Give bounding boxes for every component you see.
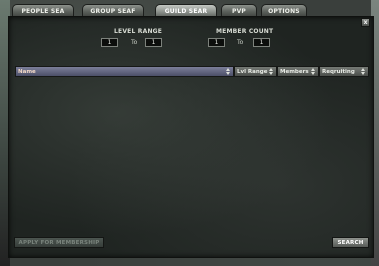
column-header-members-label: Members: [280, 68, 309, 75]
column-header-name[interactable]: Name: [15, 66, 234, 77]
search-button[interactable]: SEARCH: [332, 237, 369, 248]
member-count-label: MEMBER COUNT: [216, 28, 274, 35]
results-table-header: Name Lvl Range Members Reqruiting: [15, 66, 369, 77]
level-to-label: To: [131, 39, 138, 46]
game-ui-root: PEOPLE SEA GROUP SEAF GUILD SEAR PVP OPT…: [0, 0, 379, 266]
column-header-recruiting-label: Reqruiting: [322, 68, 355, 75]
column-header-name-label: Name: [18, 68, 36, 75]
level-range-label: LEVEL RANGE: [114, 28, 163, 35]
member-min-input[interactable]: 1: [208, 38, 225, 47]
sort-arrows-icon: [269, 68, 274, 75]
apply-for-membership-button[interactable]: APPLY FOR MEMBERSHIP: [14, 237, 104, 248]
sort-arrows-icon: [361, 68, 366, 75]
column-header-lvl-range-label: Lvl Range: [237, 68, 268, 75]
column-header-members[interactable]: Members: [277, 66, 319, 77]
close-button[interactable]: x: [361, 18, 370, 27]
member-max-input[interactable]: 1: [253, 38, 270, 47]
column-header-lvl-range[interactable]: Lvl Range: [234, 66, 277, 77]
column-header-recruiting[interactable]: Reqruiting: [319, 66, 369, 77]
sort-arrows-icon: [226, 68, 231, 75]
level-max-input[interactable]: 1: [145, 38, 162, 47]
results-list[interactable]: [15, 78, 369, 235]
sort-arrows-icon: [311, 68, 316, 75]
member-to-label: To: [237, 39, 244, 46]
guild-search-panel: x LEVEL RANGE 1 To 1 MEMBER COUNT 1 To 1…: [8, 16, 374, 258]
level-min-input[interactable]: 1: [101, 38, 118, 47]
